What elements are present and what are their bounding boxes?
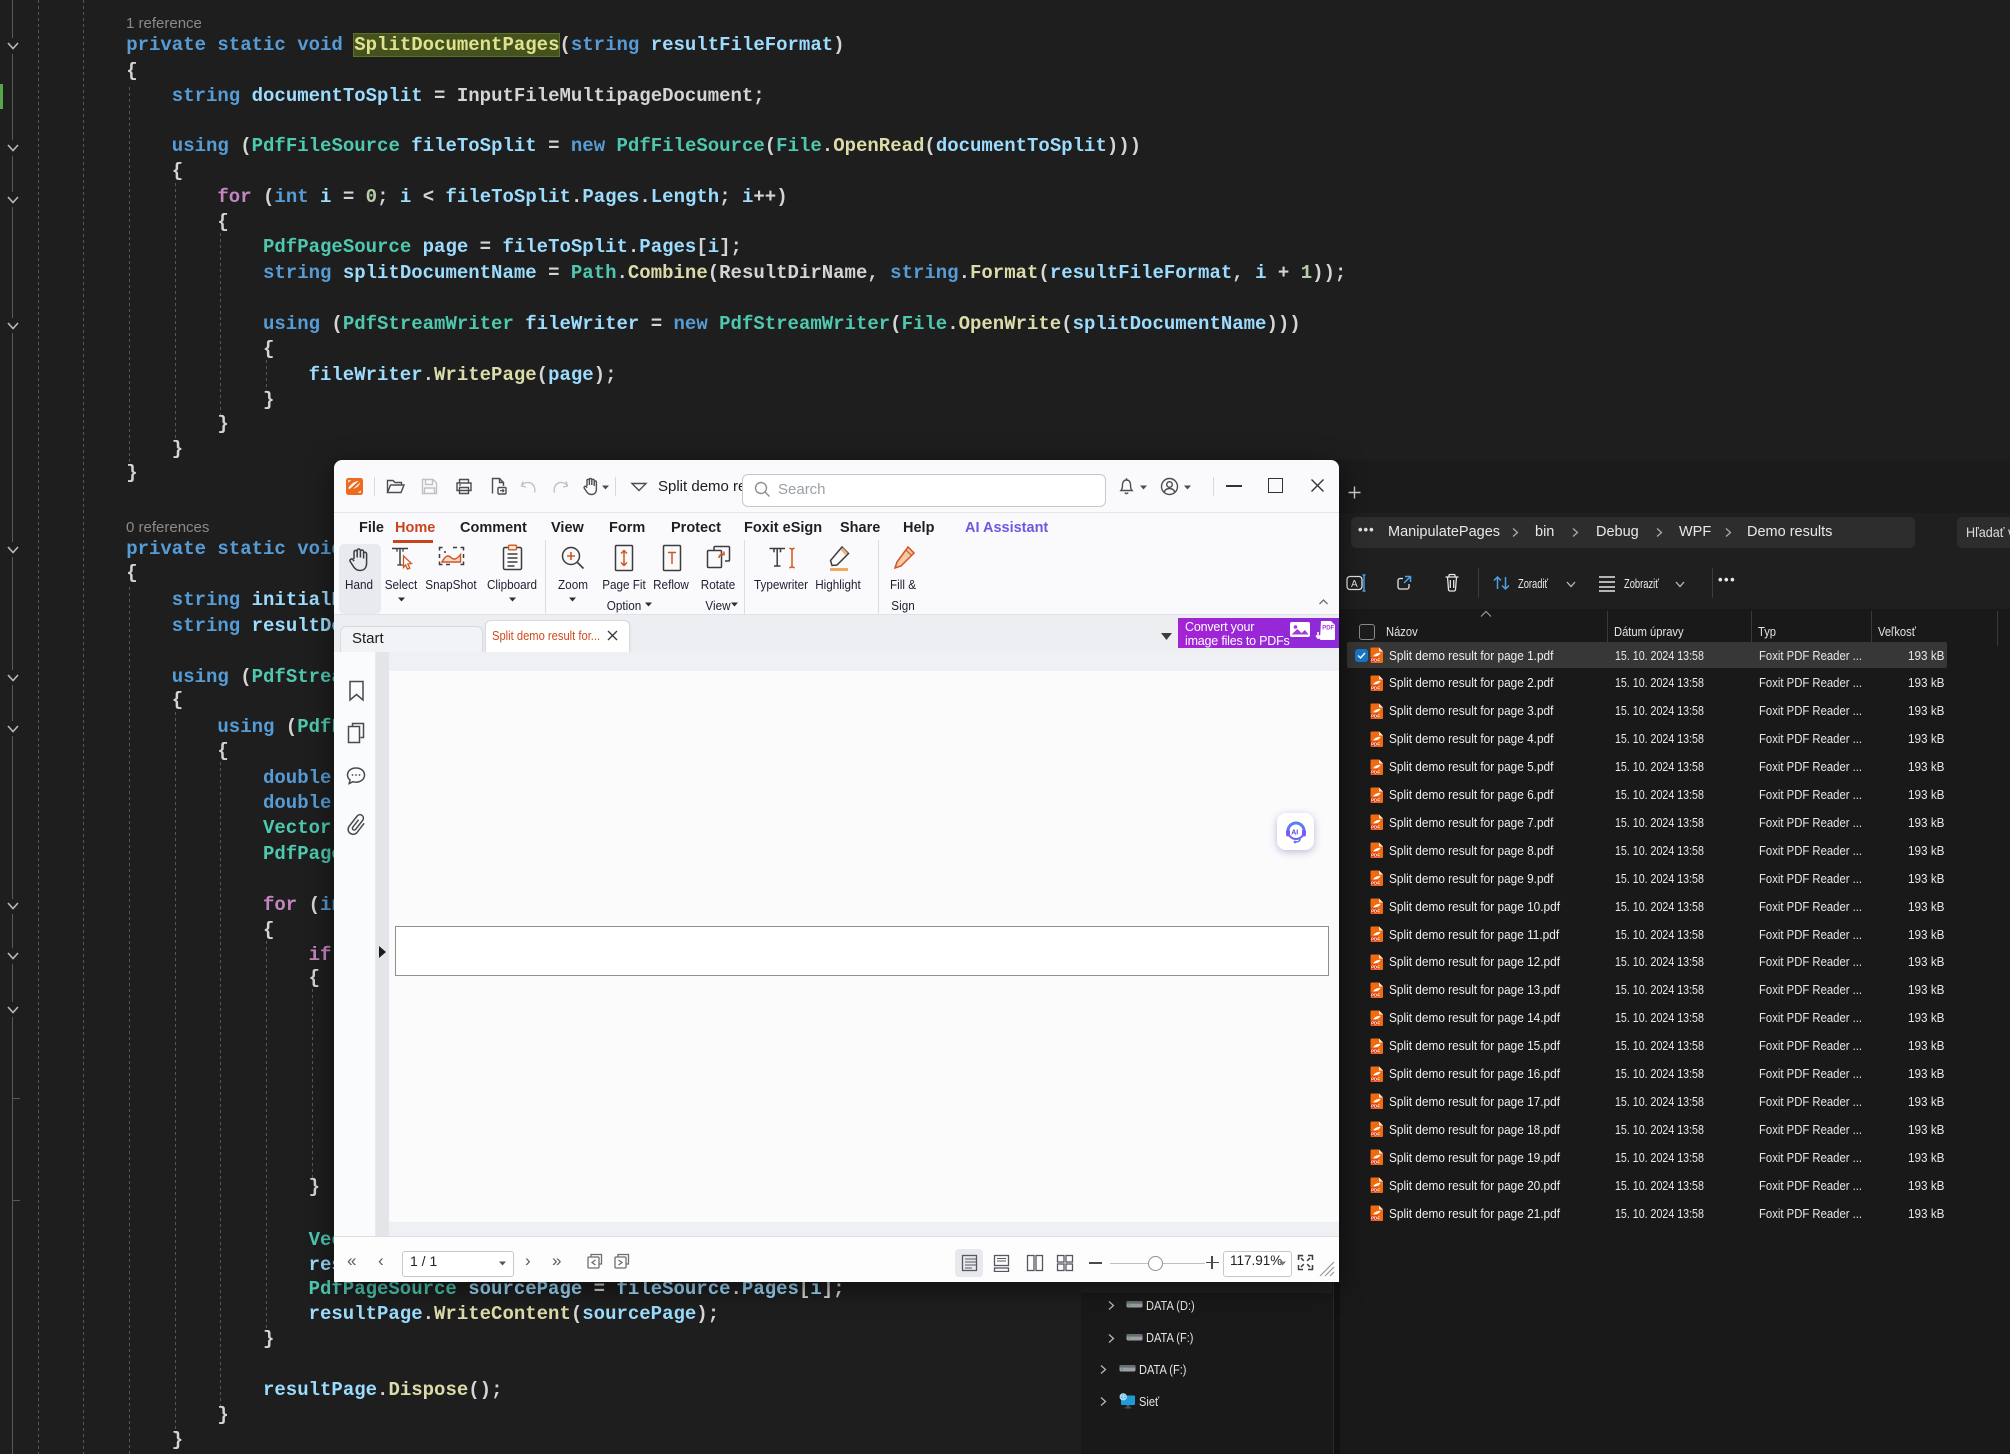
svg-text:AI: AI [1291, 830, 1298, 837]
svg-text:PDF: PDF [1322, 626, 1334, 632]
svg-text:A: A [1351, 579, 1358, 590]
